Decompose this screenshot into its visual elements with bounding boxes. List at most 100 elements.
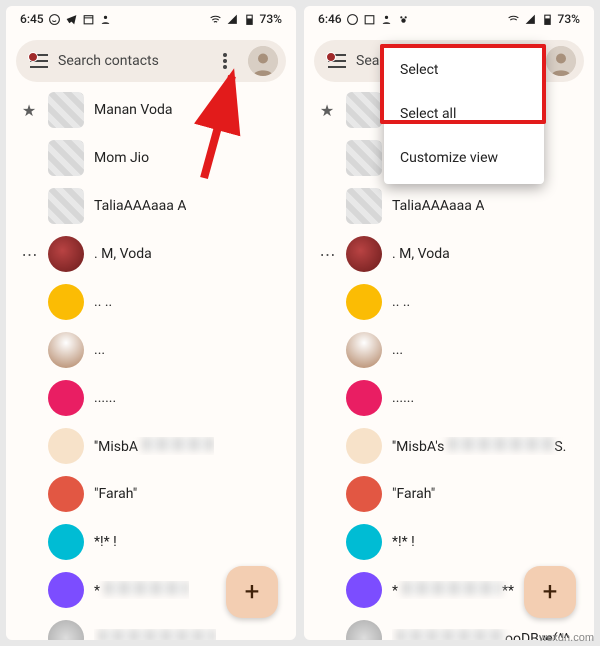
contact-row[interactable]: *!* !: [12, 518, 290, 566]
contact-name: . M, Voda: [94, 246, 152, 262]
contact-row[interactable]: ⋯ . M, Voda: [12, 230, 290, 278]
calendar-icon: [82, 13, 95, 26]
battery-icon: [243, 13, 256, 26]
more-options-button[interactable]: [212, 48, 238, 74]
contact-avatar: [346, 92, 382, 128]
contact-avatar: [346, 140, 382, 176]
contact-avatar: [48, 428, 84, 464]
whatsapp-icon: [48, 13, 61, 26]
contact-name: .. ..: [392, 294, 410, 310]
contact-avatar: [48, 380, 84, 416]
contact-row[interactable]: TaliaAAAaaa A: [12, 182, 290, 230]
contact-name: ......: [392, 390, 414, 406]
contact-row[interactable]: ......: [310, 374, 588, 422]
paw-icon: [397, 13, 410, 26]
contact-avatar: [48, 92, 84, 128]
contact-name: Manan Voda: [94, 102, 172, 118]
plus-icon: +: [543, 577, 558, 607]
contact-row[interactable]: "Farah": [12, 470, 290, 518]
contact-name: "Farah": [94, 486, 137, 502]
contact-row[interactable]: Mom Jio: [12, 134, 290, 182]
contact-avatar: [346, 524, 382, 560]
star-icon: ★: [20, 101, 38, 120]
contact-avatar: [346, 428, 382, 464]
contacts-list: ★ Manan Voda Mom Jio TaliaAAAaaa A ⋯ . M, Vod…: [6, 86, 296, 640]
contact-row[interactable]: ...: [12, 326, 290, 374]
row-ellipsis-icon: ⋯: [20, 245, 38, 264]
contact-avatar: [346, 572, 382, 608]
person-icon: [99, 13, 112, 26]
hamburger-icon[interactable]: [30, 54, 48, 68]
contact-avatar: [346, 476, 382, 512]
contact-row[interactable]: ...: [310, 326, 588, 374]
contact-row[interactable]: ★ Manan Voda: [12, 86, 290, 134]
contact-name: "Farah": [392, 486, 435, 502]
contact-avatar: [346, 332, 382, 368]
calendar-icon: [363, 13, 376, 26]
signal-icon: [226, 13, 239, 26]
star-icon: ★: [318, 101, 336, 120]
contact-row[interactable]: ''MisbA'sS.: [310, 422, 588, 470]
contact-name: ''MisbA: [94, 437, 214, 455]
redacted-text: [104, 581, 189, 595]
add-contact-fab[interactable]: +: [226, 566, 278, 618]
contact-name: *!* !: [94, 534, 117, 550]
phone-right: 6:46 73% Search c ★TaliaAA: [304, 6, 594, 640]
more-vert-icon: [223, 53, 227, 69]
contact-name: ''MisbA'sS.: [392, 437, 566, 455]
status-bar: 6:45 73%: [6, 6, 296, 32]
contact-row[interactable]: ⋯. M, Voda: [310, 230, 588, 278]
contact-row[interactable]: ''MisbA: [12, 422, 290, 470]
menu-item-select[interactable]: Select: [384, 48, 544, 92]
contact-avatar: [346, 284, 382, 320]
redacted-text: [142, 437, 214, 451]
contact-avatar: [48, 476, 84, 512]
signal-icon: [524, 13, 537, 26]
contact-name: TaliaAAAaaa A: [94, 198, 186, 214]
contact-avatar: [48, 284, 84, 320]
contact-avatar: [346, 620, 382, 640]
contact-avatar: [48, 140, 84, 176]
phone-left: 6:45 73% Search contacts: [6, 6, 296, 640]
hamburger-icon[interactable]: [328, 54, 346, 68]
contact-name: . M, Voda: [392, 246, 450, 262]
contact-avatar: [48, 572, 84, 608]
status-bar: 6:46 73%: [304, 6, 594, 32]
add-contact-fab[interactable]: +: [524, 566, 576, 618]
contact-name: TaliaAAAaaa A: [392, 198, 484, 214]
menu-item-select-all[interactable]: Select all: [384, 92, 544, 136]
person-icon: [380, 13, 393, 26]
contact-row[interactable]: .. ..: [12, 278, 290, 326]
status-battery: 73%: [260, 12, 282, 26]
contact-name-tail: S.: [554, 439, 566, 455]
contact-row[interactable]: *!* !: [310, 518, 588, 566]
battery-icon: [541, 13, 554, 26]
redacted-text: [448, 437, 554, 451]
contact-row[interactable]: TaliaAAAaaa A: [310, 182, 588, 230]
account-avatar[interactable]: [546, 46, 576, 76]
telegram-icon: [65, 13, 78, 26]
contact-row[interactable]: ......: [12, 374, 290, 422]
contact-name: *!* !: [392, 534, 415, 550]
redacted-text: [396, 629, 505, 640]
contact-avatar: [346, 188, 382, 224]
contact-avatar: [48, 524, 84, 560]
search-placeholder: Search contacts: [58, 53, 202, 69]
watermark: wsxdn.com: [539, 632, 594, 644]
menu-item-customize-view[interactable]: Customize view: [384, 136, 544, 180]
contact-name: ...: [392, 342, 403, 358]
status-battery: 73%: [558, 12, 580, 26]
status-time: 6:46: [318, 12, 342, 26]
contact-avatar: [48, 332, 84, 368]
contact-row[interactable]: .. ..: [310, 278, 588, 326]
contact-row[interactable]: "Farah": [310, 470, 588, 518]
plus-icon: +: [245, 577, 260, 607]
contact-name: *: [94, 581, 189, 599]
contact-avatar: [48, 620, 84, 640]
status-time: 6:45: [20, 12, 44, 26]
redacted-text: [402, 581, 502, 595]
search-bar[interactable]: Search contacts: [16, 40, 286, 82]
contact-name-tail: **: [502, 583, 514, 599]
account-avatar[interactable]: [248, 46, 278, 76]
contact-name: ......: [94, 390, 116, 406]
